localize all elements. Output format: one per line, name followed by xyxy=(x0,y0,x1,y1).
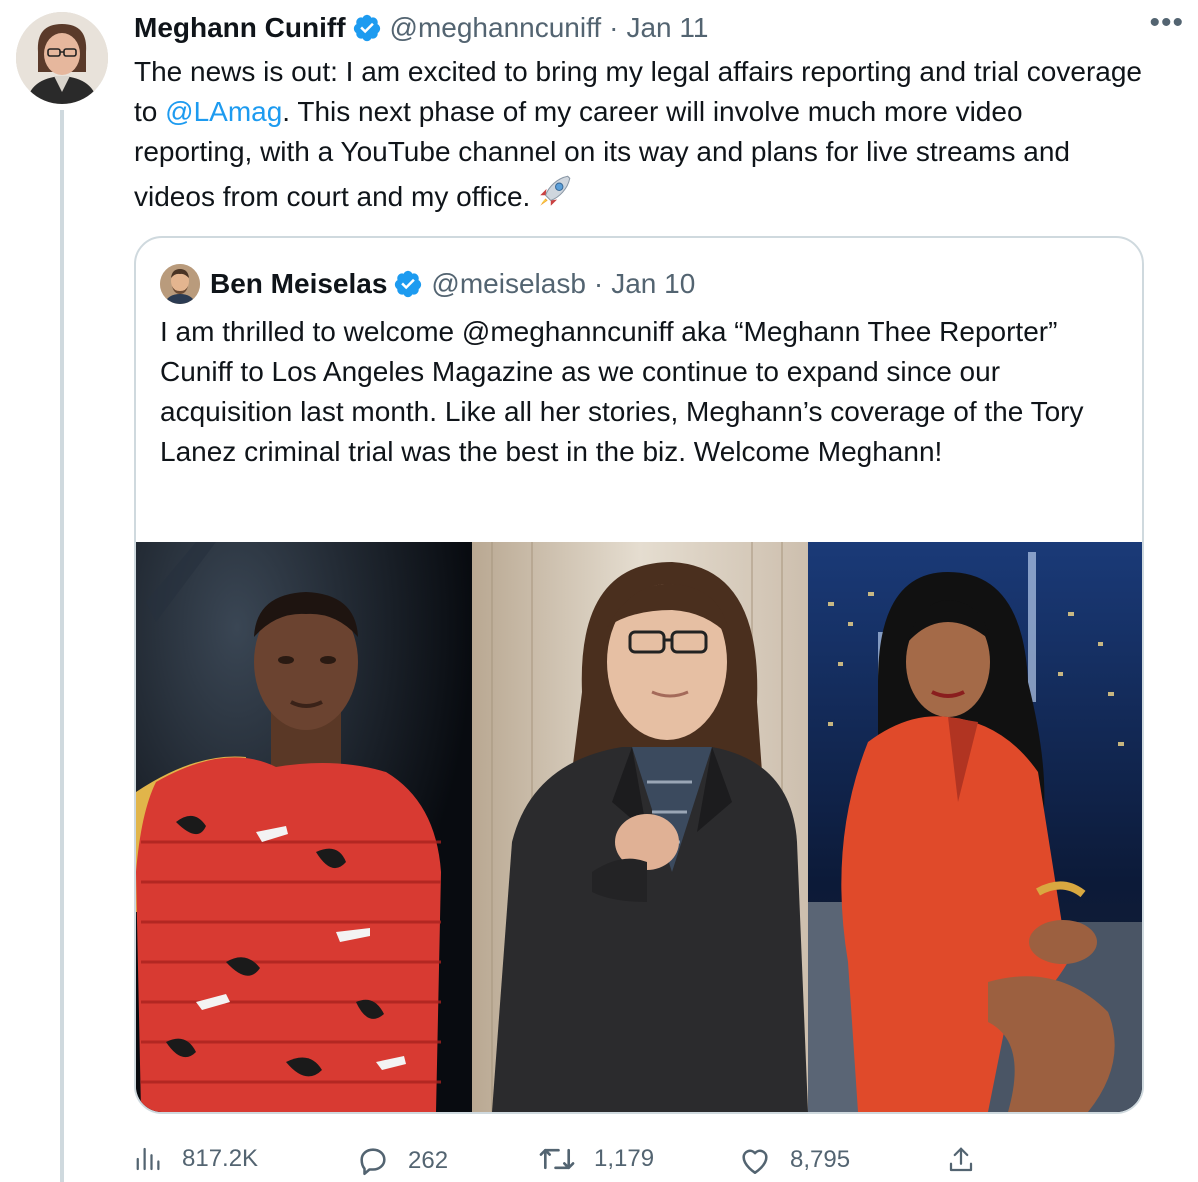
tweet-action-bar: 817.2K 262 1,179 8,795 xyxy=(134,1140,994,1182)
avatar-photo xyxy=(16,12,108,104)
rocket-icon xyxy=(536,172,574,221)
reply-icon xyxy=(360,1148,386,1176)
tweet-date[interactable]: Jan 11 xyxy=(626,12,708,44)
retweet-count: 1,179 xyxy=(594,1145,655,1172)
tweet-text: The news is out: I am excited to bring m… xyxy=(134,52,1144,221)
quoted-tweet-date[interactable]: Jan 10 xyxy=(611,268,695,300)
like-count: 8,795 xyxy=(790,1146,851,1173)
views-button[interactable]: 817.2K xyxy=(134,1144,258,1174)
header-separator: · xyxy=(593,268,604,299)
quoted-author-name[interactable]: Ben Meiselas xyxy=(210,268,387,300)
verified-badge-icon xyxy=(393,269,423,299)
quoted-author-avatar xyxy=(160,264,200,304)
author-name[interactable]: Meghann Cuniff xyxy=(134,12,346,44)
quoted-tweet-text: I am thrilled to welcome @meghanncuniff … xyxy=(160,316,1084,467)
share-icon xyxy=(949,1147,973,1172)
tweet-header: Meghann Cuniff @meghanncuniff · Jan 11 •… xyxy=(134,6,1184,46)
thread-line xyxy=(60,110,64,1182)
quoted-author-handle[interactable]: @meiselasb xyxy=(431,268,585,300)
share-button[interactable] xyxy=(946,1144,994,1176)
views-count: 817.2K xyxy=(182,1145,259,1172)
reply-button[interactable]: 262 xyxy=(356,1144,448,1178)
media-photo-1[interactable] xyxy=(136,542,472,1112)
media-photo-3[interactable] xyxy=(808,542,1142,1112)
verified-badge-icon xyxy=(352,13,382,43)
retweet-button[interactable]: 1,179 xyxy=(538,1144,654,1174)
media-photo-2[interactable] xyxy=(472,542,808,1112)
retweet-icon xyxy=(539,1148,575,1170)
more-options-icon[interactable]: ••• xyxy=(1149,6,1184,40)
author-avatar[interactable] xyxy=(16,12,108,104)
heart-icon xyxy=(742,1149,768,1175)
author-handle[interactable]: @meghanncuniff xyxy=(390,12,602,44)
quoted-tweet-header: Ben Meiselas @meiselasb · Jan 10 xyxy=(160,264,695,304)
views-icon xyxy=(136,1147,160,1171)
header-separator: · xyxy=(609,12,619,43)
quoted-tweet-media[interactable] xyxy=(136,542,1142,1112)
reply-count: 262 xyxy=(408,1147,449,1174)
like-button[interactable]: 8,795 xyxy=(738,1144,850,1176)
mention-link[interactable]: @LAmag xyxy=(165,96,282,127)
quoted-tweet-card[interactable]: Ben Meiselas @meiselasb · Jan 10 I am th… xyxy=(134,236,1144,1114)
